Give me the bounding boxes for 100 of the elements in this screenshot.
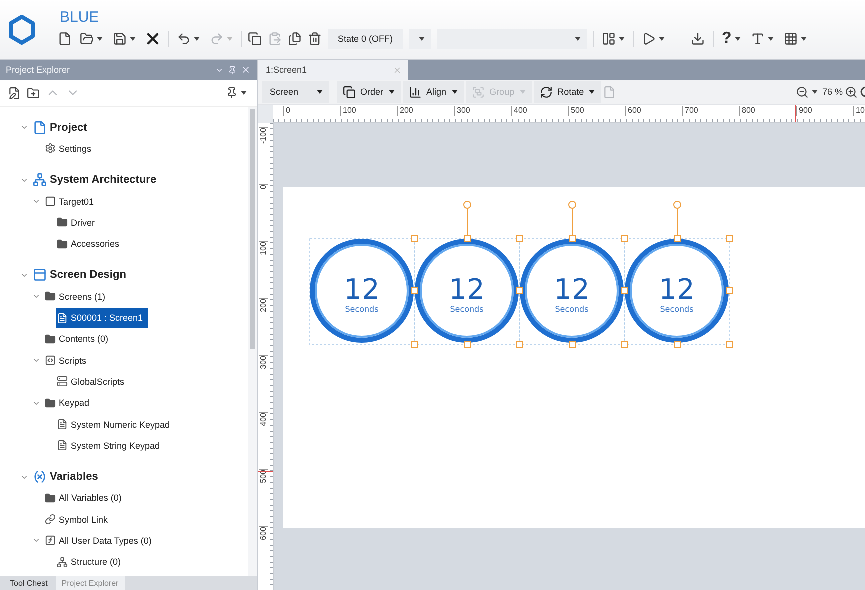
tree-item[interactable]: Variables bbox=[32, 467, 104, 488]
folder-icon[interactable] bbox=[80, 32, 94, 46]
ruler-label: 800 bbox=[739, 106, 756, 116]
layout-icon[interactable] bbox=[602, 32, 616, 46]
caret-icon bbox=[452, 90, 458, 94]
tree-item[interactable]: Target01 bbox=[44, 192, 100, 212]
tree-item[interactable]: Driver bbox=[56, 212, 100, 233]
rotate-icon bbox=[540, 86, 553, 98]
open-button[interactable] bbox=[78, 31, 105, 47]
folder-icon bbox=[45, 492, 56, 504]
circular-gauge[interactable]: 12 Seconds bbox=[310, 239, 414, 343]
tree-item[interactable]: Scripts bbox=[44, 350, 92, 371]
tree-item[interactable]: System String Keypad bbox=[56, 436, 166, 456]
folder-icon bbox=[45, 398, 56, 409]
zoom-icon[interactable] bbox=[860, 86, 865, 98]
ruler-label: 100 bbox=[259, 241, 268, 256]
caret-icon bbox=[130, 37, 136, 41]
ruler-label: 600 bbox=[259, 526, 268, 540]
new-file-icon[interactable] bbox=[58, 32, 72, 46]
tree-item[interactable]: System Numeric Keypad bbox=[56, 414, 176, 434]
document-tab[interactable]: 1:Screen1 bbox=[258, 60, 408, 80]
edit-file-icon[interactable] bbox=[8, 86, 21, 100]
gauge-unit: Seconds bbox=[660, 304, 694, 314]
play-icon[interactable] bbox=[642, 32, 656, 46]
page-icon bbox=[57, 419, 68, 430]
tree-item[interactable]: Symbol Link bbox=[44, 510, 114, 530]
grid-icon[interactable] bbox=[784, 32, 798, 46]
tree-item[interactable]: All Variables (0) bbox=[44, 488, 127, 508]
toolbar-button[interactable]: Align bbox=[402, 81, 464, 103]
folder-icon bbox=[57, 238, 68, 250]
layout-button[interactable] bbox=[600, 31, 628, 47]
save-icon[interactable] bbox=[113, 32, 127, 46]
tree-item[interactable]: Accessories bbox=[56, 234, 125, 254]
trash-icon[interactable] bbox=[308, 32, 322, 46]
ruler-label: 700 bbox=[682, 106, 698, 116]
ruler-label: 100 bbox=[340, 106, 356, 116]
gauge-unit: Seconds bbox=[450, 304, 484, 314]
tree-item[interactable]: S00001 : Screen1 bbox=[56, 308, 148, 328]
caret-icon bbox=[97, 37, 103, 41]
code-icon bbox=[45, 355, 56, 366]
font-icon[interactable] bbox=[750, 32, 765, 46]
group-icon bbox=[472, 86, 485, 98]
ruler-label: 300 bbox=[454, 106, 470, 116]
caret-icon bbox=[800, 37, 807, 41]
caret-icon bbox=[734, 37, 741, 41]
state-select[interactable]: State 0 (OFF) bbox=[328, 29, 404, 49]
tree-item[interactable]: Keypad bbox=[44, 393, 95, 414]
tree-item[interactable]: Settings bbox=[44, 138, 97, 159]
selection-handles-drawing[interactable] bbox=[310, 201, 734, 348]
zoom-level: 76 % bbox=[822, 87, 843, 97]
scrollbar-thumb[interactable] bbox=[250, 109, 255, 349]
add-folder-icon[interactable] bbox=[27, 86, 40, 100]
cursor-marker bbox=[795, 105, 796, 122]
caret-icon bbox=[768, 37, 774, 41]
zoom-out-button[interactable] bbox=[794, 84, 820, 100]
zoom-out-icon[interactable] bbox=[796, 86, 810, 98]
zoom-in-icon[interactable] bbox=[845, 86, 858, 98]
gauge-value: 12 bbox=[554, 274, 590, 304]
gauge-unit: Seconds bbox=[345, 304, 379, 314]
tree-item[interactable]: Project bbox=[32, 118, 92, 138]
caret-icon bbox=[812, 90, 818, 94]
save-button[interactable] bbox=[111, 31, 138, 47]
ruler-label: 400 bbox=[511, 106, 528, 116]
function-icon bbox=[45, 535, 56, 546]
state-dropdown[interactable] bbox=[409, 29, 432, 49]
undo-icon[interactable] bbox=[177, 32, 191, 46]
copy-icon[interactable] bbox=[248, 32, 262, 46]
tree-item[interactable]: GlobalScripts bbox=[56, 372, 130, 392]
duplicate-icon[interactable] bbox=[288, 32, 302, 46]
tree-item[interactable]: Screen Design bbox=[32, 265, 132, 286]
ruler-label: 500 bbox=[568, 106, 584, 116]
caret-icon bbox=[227, 37, 233, 41]
app-title: BLUE bbox=[60, 9, 100, 26]
caret-icon bbox=[388, 90, 395, 94]
tree-item[interactable]: All User Data Types (0) bbox=[44, 530, 157, 551]
folder-icon bbox=[57, 217, 68, 228]
tree-item[interactable]: Contents (0) bbox=[44, 329, 114, 350]
ruler-label: 400 bbox=[259, 412, 268, 426]
screen-select[interactable]: Screen bbox=[262, 81, 329, 103]
cursor-marker bbox=[258, 471, 273, 472]
page-icon bbox=[57, 312, 68, 324]
hierarchy-icon bbox=[57, 556, 68, 568]
server-icon bbox=[57, 376, 68, 388]
caret-icon bbox=[241, 91, 247, 95]
toolbar-button[interactable]: Rotate bbox=[534, 81, 602, 103]
ruler-label: -100 bbox=[259, 127, 268, 144]
pin-icon[interactable] bbox=[226, 87, 238, 99]
caret-icon bbox=[575, 37, 582, 41]
caret-icon bbox=[520, 90, 526, 94]
caret-icon bbox=[659, 37, 666, 41]
tree-item[interactable]: Screens (1) bbox=[44, 286, 111, 307]
tree-item[interactable]: System Architecture bbox=[32, 170, 162, 190]
caret-icon bbox=[316, 90, 323, 94]
layers-icon bbox=[342, 86, 356, 98]
toolbar-button[interactable]: Order bbox=[336, 81, 401, 103]
help-button[interactable]: ? bbox=[720, 29, 743, 49]
caret-icon bbox=[619, 37, 626, 41]
ruler-label: 600 bbox=[625, 106, 642, 116]
tree-item[interactable]: Structure (0) bbox=[56, 552, 126, 572]
folder-icon bbox=[45, 291, 56, 302]
